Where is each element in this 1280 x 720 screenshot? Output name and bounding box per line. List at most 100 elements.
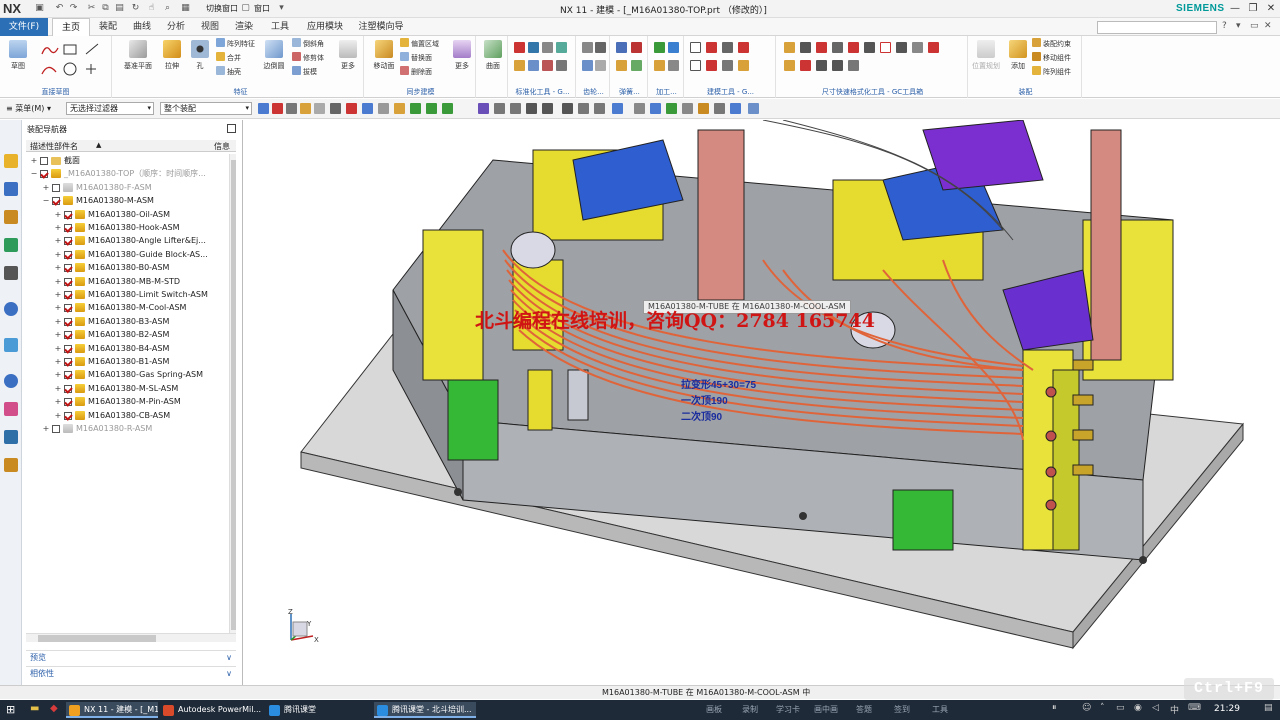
switch-window-label[interactable]: 切换窗口 <box>206 3 238 14</box>
view-icon[interactable] <box>730 103 741 114</box>
tool-icon[interactable] <box>514 42 525 53</box>
view-icon[interactable] <box>650 103 661 114</box>
chevron-down-icon[interactable]: ▾ <box>276 3 287 14</box>
close-part-icon[interactable]: ✕ <box>1264 21 1272 31</box>
cut-icon[interactable]: ✂ <box>86 3 97 14</box>
snap-icon[interactable] <box>526 103 537 114</box>
gear-icon[interactable] <box>595 42 606 53</box>
dimension-icon[interactable] <box>832 42 843 53</box>
visibility-checkbox[interactable] <box>40 157 48 165</box>
expand-icon[interactable]: + <box>54 248 62 261</box>
tool-icon[interactable] <box>706 42 717 53</box>
tray-item-picture-in-picture[interactable]: 画中画 <box>814 704 838 715</box>
gear-icon[interactable] <box>595 60 606 71</box>
taskbar-item-tencent-class[interactable]: 腾讯课堂 <box>266 702 356 718</box>
tool-icon[interactable] <box>528 42 539 53</box>
expand-icon[interactable]: + <box>54 368 62 381</box>
process-icon[interactable] <box>654 42 665 53</box>
expand-icon[interactable]: + <box>54 328 62 341</box>
tray-item-drawing-board[interactable]: 画板 <box>706 704 722 715</box>
offset-region-button[interactable]: 偏置区域 <box>400 38 439 50</box>
process-studio-icon[interactable] <box>4 458 18 472</box>
minimize-icon[interactable]: — <box>1228 2 1242 16</box>
tree-row[interactable]: + M16A01380-CB-ASM <box>26 409 228 422</box>
move-component-button[interactable]: 移动组件 <box>1032 52 1071 64</box>
scrollbar-thumb[interactable] <box>231 160 236 630</box>
window-menu-label[interactable]: 窗口 <box>254 3 270 14</box>
sync-more-button[interactable]: 更多 <box>448 40 476 71</box>
feature-more-button[interactable]: 更多 <box>334 40 362 71</box>
tree-row[interactable]: + M16A01380-MB-M-STD <box>26 275 228 288</box>
tab-curve[interactable]: 曲线 <box>128 18 156 36</box>
tab-mold-wizard[interactable]: 注塑模向导 <box>356 18 406 36</box>
dimension-icon[interactable] <box>784 60 795 71</box>
sketch-button[interactable]: 草图 <box>4 40 32 71</box>
tool-icon[interactable] <box>556 60 567 71</box>
constraint-navigator-icon[interactable] <box>4 182 18 196</box>
collapse-icon[interactable]: − <box>42 194 50 207</box>
tree-row[interactable]: + M16A01380-R-ASM <box>26 422 228 435</box>
taskbar-item-tencent-class-course[interactable]: 腾讯课堂 - 北斗培训... <box>374 702 476 718</box>
process-icon[interactable] <box>654 60 665 71</box>
expand-icon[interactable]: + <box>54 355 62 368</box>
pattern-component-button[interactable]: 阵列组件 <box>1032 66 1071 78</box>
expand-icon[interactable]: + <box>54 382 62 395</box>
ribbon-options-icons[interactable]: ? ▾ ▭ ✕ <box>1222 21 1274 33</box>
tray-arrow-icon[interactable]: ˄ <box>1100 703 1105 713</box>
clock-icon[interactable] <box>4 374 18 388</box>
tree-row[interactable]: + M16A01380-Hook-ASM <box>26 221 228 234</box>
visibility-checkbox[interactable] <box>64 277 72 286</box>
expand-icon[interactable]: + <box>54 275 62 288</box>
expand-icon[interactable]: + <box>54 221 62 234</box>
replace-face-button[interactable]: 替换面 <box>400 52 432 64</box>
expand-icon[interactable]: + <box>54 395 62 408</box>
horizontal-scrollbar[interactable] <box>26 633 236 642</box>
selection-icon[interactable] <box>300 103 311 114</box>
add-component-button[interactable]: 添加 <box>1004 40 1032 71</box>
undo-icon[interactable]: ↶ <box>54 3 65 14</box>
tool-icon[interactable] <box>690 60 701 71</box>
windows-start-icon[interactable]: ⊞ <box>6 703 15 716</box>
visibility-checkbox[interactable] <box>64 224 72 232</box>
menu-button[interactable]: ≡ 菜单(M) ▾ <box>6 103 51 114</box>
tree-row[interactable]: + M16A01380-Guide Block-AS... <box>26 248 228 261</box>
tool-icon[interactable] <box>706 60 717 71</box>
sort-ascending-icon[interactable]: ▲ <box>96 141 101 149</box>
visibility-checkbox[interactable] <box>64 210 72 219</box>
hd3d-icon[interactable] <box>4 266 18 280</box>
dimension-icon[interactable] <box>800 60 811 71</box>
move-face-button[interactable]: 移动面 <box>370 40 398 71</box>
chamfer-button[interactable]: 倒斜角 <box>292 38 324 50</box>
wechat-icon[interactable]: ◉ <box>1134 703 1142 713</box>
toolbar-options-icon[interactable]: ▾ <box>1236 21 1241 31</box>
snap-icon[interactable] <box>562 103 573 114</box>
dimension-icon[interactable] <box>816 60 827 71</box>
volume-icon[interactable]: ◁ <box>1152 703 1159 713</box>
tree-row[interactable]: + M16A01380-F-ASM <box>26 181 228 194</box>
expand-icon[interactable]: + <box>54 342 62 355</box>
column-info[interactable]: 信息 <box>214 141 230 152</box>
taskbar-item-nx[interactable]: NX 11 - 建模 - [_M1... <box>66 702 158 718</box>
tree-row[interactable]: + M16A01380-B2-ASM <box>26 328 228 341</box>
dimension-icon[interactable] <box>832 60 843 71</box>
trim-body-button[interactable]: 修剪体 <box>292 52 324 64</box>
mold-assembly-model[interactable] <box>243 120 1280 685</box>
draft-button[interactable]: 拔模 <box>292 66 317 78</box>
dependencies-panel[interactable]: 相依性 ∨ <box>26 666 236 680</box>
tree-row[interactable]: + M16A01380-B0-ASM <box>26 261 228 274</box>
tree-row[interactable]: + M16A01380-Angle Lifter&Ej... <box>26 234 228 247</box>
part-navigator-icon[interactable] <box>4 210 18 224</box>
reuse-library-icon[interactable] <box>4 238 18 252</box>
visibility-checkbox[interactable] <box>64 291 72 299</box>
view-icon[interactable] <box>714 103 725 114</box>
sketch-curve-icons[interactable] <box>40 42 106 78</box>
dimension-icon[interactable] <box>800 42 811 53</box>
tray-item-sign-in[interactable]: 签到 <box>894 704 910 715</box>
unite-button[interactable]: 合并 <box>216 52 241 64</box>
delete-face-button[interactable]: 删除面 <box>400 66 432 78</box>
redo-icon[interactable]: ↷ <box>68 3 79 14</box>
tab-tools[interactable]: 工具 <box>266 18 294 36</box>
palette-icon[interactable] <box>4 402 18 416</box>
visibility-checkbox[interactable] <box>64 331 72 340</box>
web-browser-icon[interactable] <box>4 302 18 316</box>
